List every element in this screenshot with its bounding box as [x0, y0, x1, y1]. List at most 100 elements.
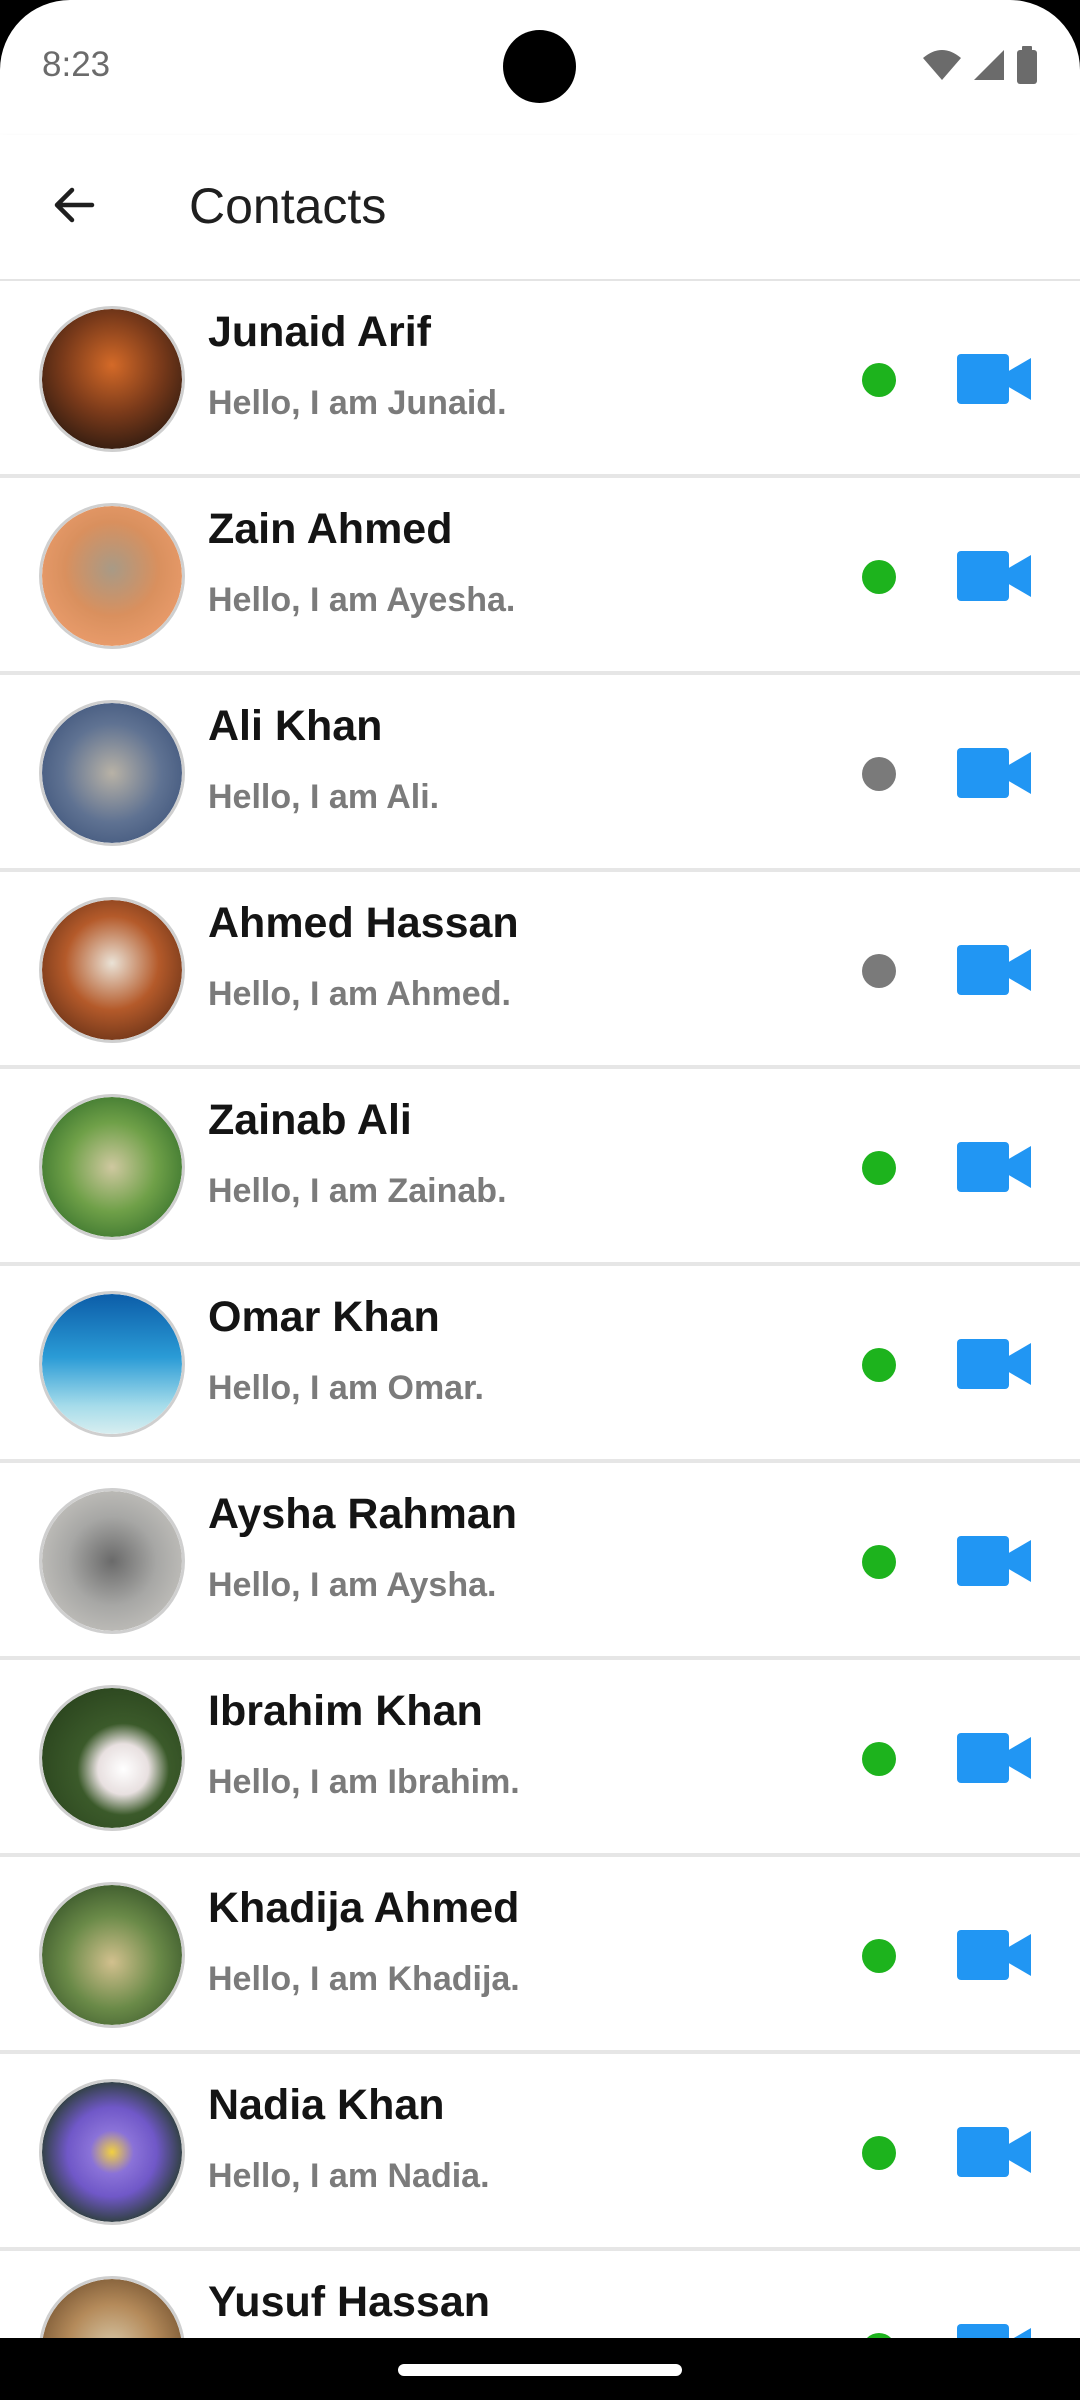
- video-call-button[interactable]: [957, 354, 1031, 404]
- online-status-indicator: [862, 1939, 896, 1973]
- contact-row[interactable]: Omar Khan Hello, I am Omar.: [0, 1266, 1080, 1463]
- contact-name: Aysha Rahman: [208, 1490, 518, 1538]
- contact-status-message: Hello, I am Nadia.: [208, 2157, 490, 2195]
- contact-row[interactable]: Junaid Arif Hello, I am Junaid.: [0, 281, 1080, 478]
- status-time: 8:23: [42, 45, 111, 84]
- avatar[interactable]: [39, 1291, 185, 1437]
- contact-status-message: Hello, I am Aysha.: [208, 1566, 497, 1604]
- contact-row[interactable]: Zainab Ali Hello, I am Zainab.: [0, 1069, 1080, 1266]
- contact-name: Ali Khan: [208, 702, 383, 750]
- video-camera-icon: [957, 1339, 1031, 1389]
- avatar[interactable]: [39, 1094, 185, 1240]
- contact-row[interactable]: Aysha Rahman Hello, I am Aysha.: [0, 1463, 1080, 1660]
- avatar[interactable]: [39, 1488, 185, 1634]
- online-status-indicator: [862, 1348, 896, 1382]
- video-camera-icon: [957, 551, 1031, 601]
- online-status-indicator: [862, 1742, 896, 1776]
- kitten-avatar: [42, 1491, 182, 1631]
- online-status-indicator: [862, 1151, 896, 1185]
- video-call-button[interactable]: [957, 2127, 1031, 2177]
- back-button[interactable]: [36, 167, 112, 243]
- video-camera-icon: [957, 354, 1031, 404]
- contact-name: Zainab Ali: [208, 1096, 412, 1144]
- flower-avatar: [42, 2082, 182, 2222]
- battery-icon: [1017, 46, 1037, 84]
- contact-status-message: Hello, I am Ayesha.: [208, 581, 516, 619]
- video-call-button[interactable]: [957, 2324, 1031, 2338]
- wifi-icon: [923, 50, 961, 80]
- contact-name: Yusuf Hassan: [208, 2278, 490, 2326]
- home-indicator[interactable]: [398, 2364, 682, 2376]
- front-camera-cutout: [503, 30, 576, 103]
- contact-name: Ahmed Hassan: [208, 899, 519, 947]
- offline-status-indicator: [862, 954, 896, 988]
- avatar[interactable]: [39, 1685, 185, 1831]
- contact-row[interactable]: Zain Ahmed Hello, I am Ayesha.: [0, 478, 1080, 675]
- contact-status-message: Hello, I am Junaid.: [208, 384, 507, 422]
- bicycle-avatar: [42, 1885, 182, 2025]
- video-call-button[interactable]: [957, 1536, 1031, 1586]
- contact-row[interactable]: Ahmed Hassan Hello, I am Ahmed.: [0, 872, 1080, 1069]
- contact-list: Junaid Arif Hello, I am Junaid. Zain Ahmed…: [0, 281, 1080, 2338]
- video-camera-icon: [957, 748, 1031, 798]
- avatar[interactable]: [39, 2079, 185, 2225]
- status-bar: 8:23: [0, 0, 1080, 135]
- video-camera-icon: [957, 1930, 1031, 1980]
- status-icons: [922, 46, 1038, 84]
- monkey-avatar: [42, 703, 182, 843]
- video-camera-icon: [957, 2127, 1031, 2177]
- contact-name: Nadia Khan: [208, 2081, 445, 2129]
- video-call-button[interactable]: [957, 1142, 1031, 1192]
- soccer-ball-avatar: [42, 1688, 182, 1828]
- video-camera-icon: [957, 1142, 1031, 1192]
- contacts-screen: 8:23 Contacts Junaid Arif Hello, I am Jun…: [0, 0, 1080, 2338]
- contact-row[interactable]: Ali Khan Hello, I am Ali.: [0, 675, 1080, 872]
- contact-status-message: Hello, I am Omar.: [208, 1369, 484, 1407]
- avatar[interactable]: [39, 503, 185, 649]
- video-camera-icon: [957, 945, 1031, 995]
- avatar[interactable]: [39, 897, 185, 1043]
- video-camera-icon: [957, 2324, 1031, 2338]
- compass-avatar: [42, 2279, 182, 2338]
- contact-name: Ibrahim Khan: [208, 1687, 483, 1735]
- avatar[interactable]: [39, 306, 185, 452]
- contact-row[interactable]: Yusuf HassanHello, I am Yusuf.: [0, 2251, 1080, 2338]
- avatar[interactable]: [39, 1882, 185, 2028]
- turtle-avatar: [42, 1294, 182, 1434]
- avatar[interactable]: [39, 700, 185, 846]
- moth-avatar: [42, 1097, 182, 1237]
- contact-name: Omar Khan: [208, 1293, 440, 1341]
- contact-row[interactable]: Ibrahim Khan Hello, I am Ibrahim.: [0, 1660, 1080, 1857]
- contact-row[interactable]: Khadija Ahmed Hello, I am Khadija.: [0, 1857, 1080, 2054]
- contact-status-message: Hello, I am Ibrahim.: [208, 1763, 520, 1801]
- video-camera-icon: [957, 1733, 1031, 1783]
- online-status-indicator: [862, 560, 896, 594]
- contact-status-message: Hello, I am Ahmed.: [208, 975, 511, 1013]
- page-title: Contacts: [189, 178, 387, 234]
- video-call-button[interactable]: [957, 945, 1031, 995]
- contact-status-message: Hello, I am Zainab.: [208, 1172, 507, 1210]
- arrow-back-icon: [54, 187, 95, 223]
- contact-row[interactable]: Nadia Khan Hello, I am Nadia.: [0, 2054, 1080, 2251]
- contact-name: Khadija Ahmed: [208, 1884, 520, 1932]
- contact-status-message: Hello, I am Ali.: [208, 778, 440, 816]
- tiger-avatar: [42, 309, 182, 449]
- contact-name: Zain Ahmed: [208, 505, 453, 553]
- dog-reading-avatar: [42, 900, 182, 1040]
- app-bar: Contacts: [0, 135, 1080, 281]
- video-call-button[interactable]: [957, 1930, 1031, 1980]
- offline-status-indicator: [862, 757, 896, 791]
- online-status-indicator: [862, 363, 896, 397]
- avatar[interactable]: [39, 2276, 185, 2338]
- contact-status-message: Hello, I am Khadija.: [208, 1960, 520, 1998]
- video-call-button[interactable]: [957, 551, 1031, 601]
- video-call-button[interactable]: [957, 1733, 1031, 1783]
- cat-avatar: [42, 506, 182, 646]
- online-status-indicator: [862, 2136, 896, 2170]
- video-camera-icon: [957, 1536, 1031, 1586]
- cellular-signal-icon: [974, 50, 1004, 80]
- video-call-button[interactable]: [957, 1339, 1031, 1389]
- video-call-button[interactable]: [957, 748, 1031, 798]
- contact-name: Junaid Arif: [208, 308, 431, 356]
- online-status-indicator: [862, 1545, 896, 1579]
